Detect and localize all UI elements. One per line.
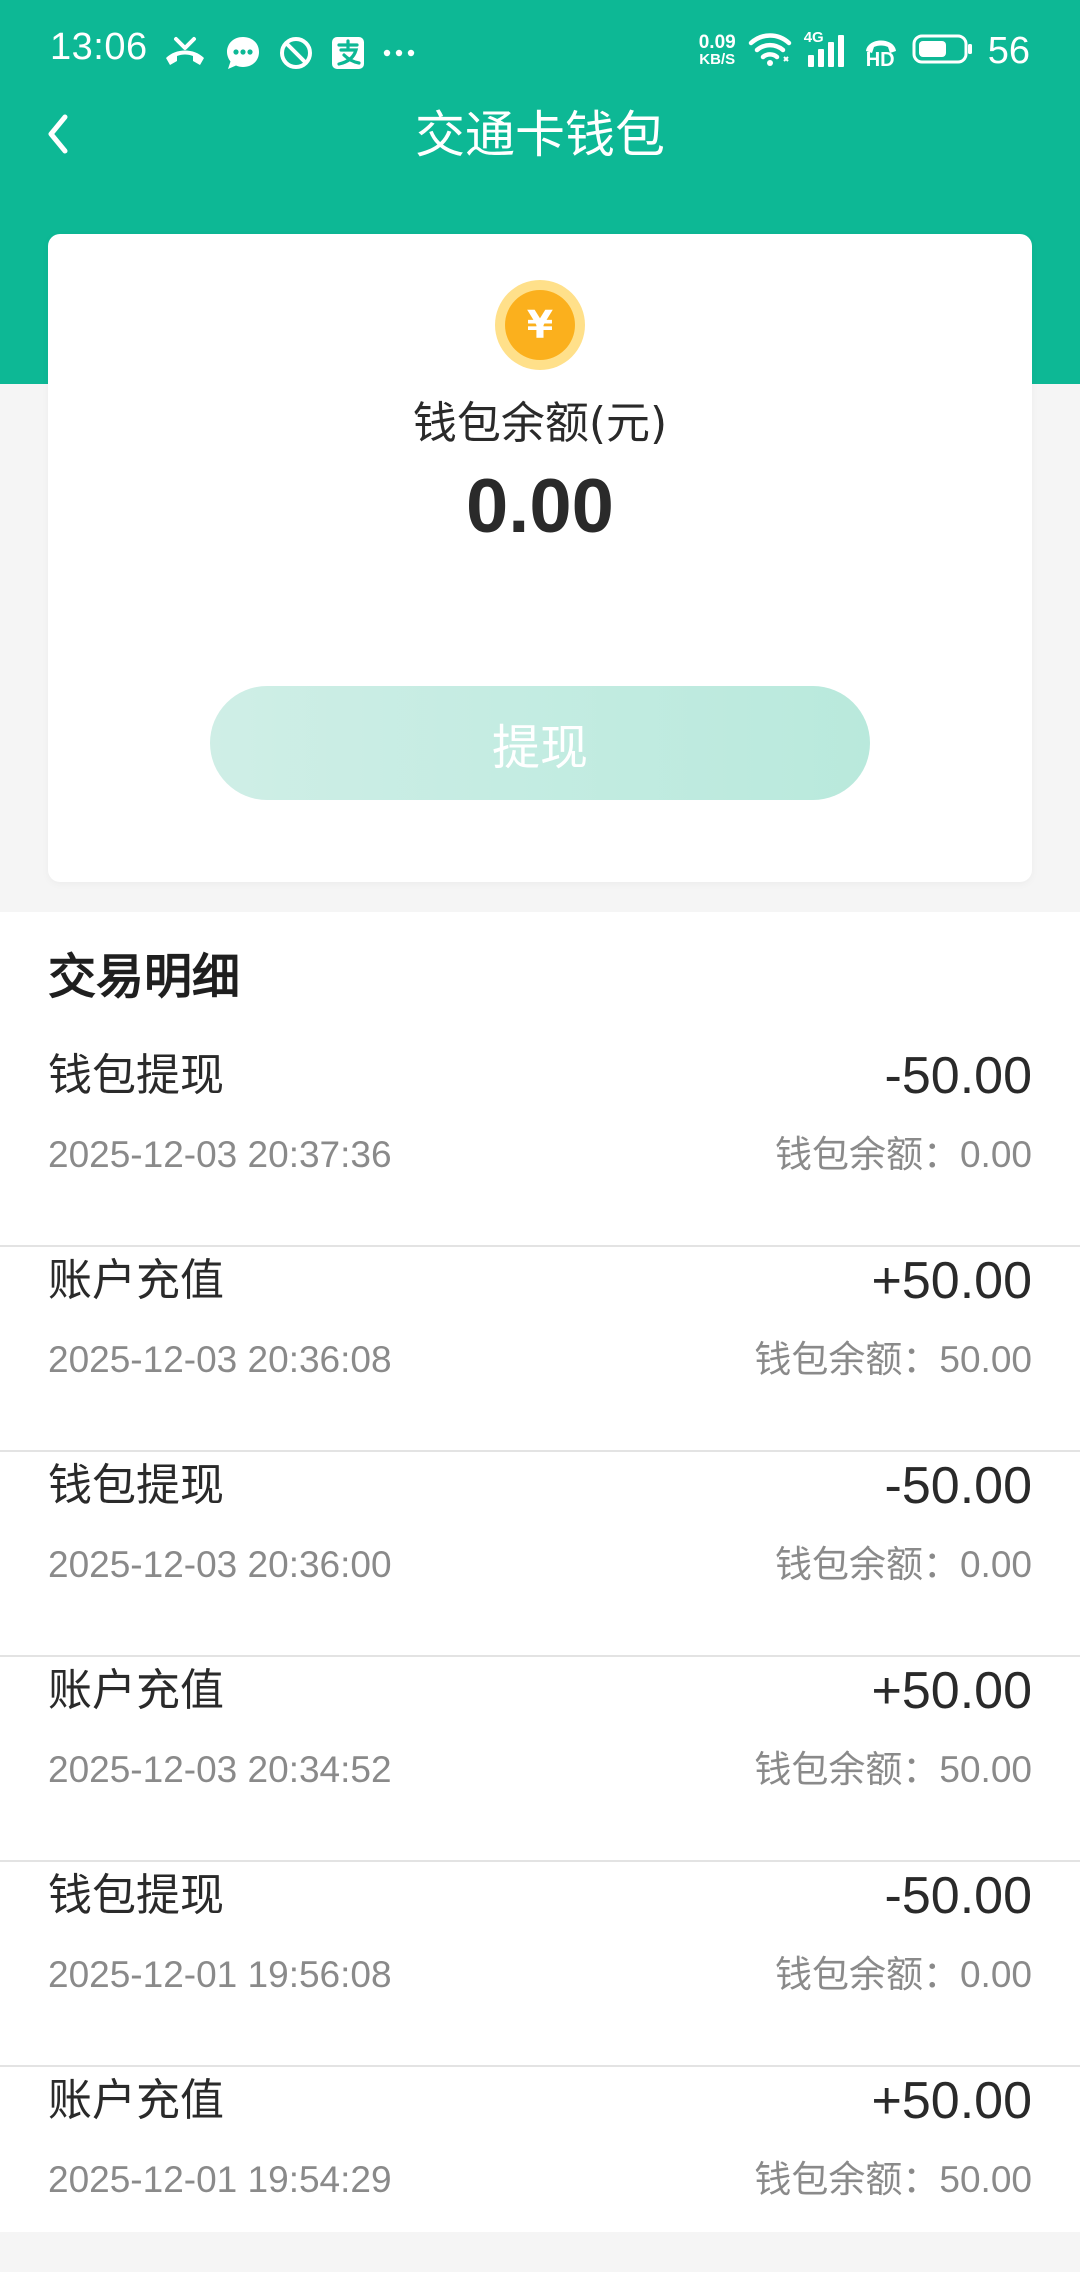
transaction-balance: 钱包余额：50.00: [754, 1335, 1032, 1385]
transaction-amount: -50.00: [884, 1047, 1032, 1105]
withdraw-button[interactable]: 提现: [210, 686, 870, 800]
balance-prefix: 钱包余额：: [774, 1133, 960, 1176]
transaction-title: 钱包提现: [48, 1870, 224, 1921]
transaction-row[interactable]: 钱包提现 2025-12-01 19:56:08 -50.00 钱包余额：0.0…: [0, 1862, 1080, 2067]
balance-prefix: 钱包余额：: [754, 2158, 940, 2201]
transaction-row[interactable]: 账户充值 2025-12-01 19:54:29 +50.00 钱包余额：50.…: [0, 2067, 1080, 2272]
more-dots-icon: [382, 35, 416, 71]
net-speed-value: 0.09: [698, 32, 736, 53]
do-not-disturb-icon: [278, 35, 314, 71]
balance-after: 0.00: [959, 1134, 1032, 1175]
hd-call-icon: HD: [862, 31, 900, 71]
status-time: 13:06: [50, 26, 148, 68]
balance-prefix: 钱包余额：: [774, 1543, 960, 1586]
coin-icon: ¥: [494, 279, 586, 371]
transaction-time: 2025-12-01 19:54:29: [48, 2159, 392, 2200]
net-speed: 0.09 KB/S: [698, 32, 736, 68]
status-bar: 13:06 0.09 KB/S 4G HD 56: [0, 0, 1080, 108]
page-title: 交通卡钱包: [415, 106, 665, 164]
status-right-icons: 0.09 KB/S 4G HD 56: [699, 26, 1030, 76]
balance-after: 50.00: [939, 1339, 1032, 1380]
message-bubble-icon: [224, 34, 262, 72]
transaction-amount: +50.00: [871, 2072, 1033, 2130]
hd-label: HD: [865, 49, 895, 71]
balance-after: 0.00: [959, 1544, 1032, 1585]
battery-icon: [912, 32, 974, 70]
transaction-row[interactable]: 钱包提现 2025-12-03 20:36:00 -50.00 钱包余额：0.0…: [0, 1452, 1080, 1657]
wifi-icon: [748, 31, 792, 71]
wallet-card: ¥ 钱包余额(元) 0.00 提现: [48, 234, 1032, 882]
transaction-title: 账户充值: [48, 1255, 224, 1306]
alipay-icon: [330, 35, 366, 71]
transaction-time: 2025-12-03 20:36:00: [48, 1544, 392, 1585]
transaction-amount: +50.00: [871, 1252, 1033, 1310]
battery-level: 56: [987, 29, 1030, 72]
balance-prefix: 钱包余额：: [774, 1953, 960, 1996]
balance-after: 0.00: [959, 1954, 1032, 1995]
transaction-row[interactable]: 账户充值 2025-12-03 20:34:52 +50.00 钱包余额：50.…: [0, 1657, 1080, 1862]
nav-bar: 交通卡钱包: [0, 100, 1080, 170]
transaction-amount: +50.00: [871, 1662, 1033, 1720]
signal-icon: 4G: [804, 29, 850, 69]
transaction-amount: -50.00: [884, 1867, 1032, 1925]
transaction-time: 2025-12-03 20:37:36: [48, 1134, 392, 1175]
transaction-balance: 钱包余额：50.00: [754, 1745, 1032, 1795]
transaction-row[interactable]: 钱包提现 2025-12-03 20:37:36 -50.00 钱包余额：0.0…: [0, 1042, 1080, 1247]
transaction-time: 2025-12-03 20:36:08: [48, 1339, 392, 1380]
transaction-title: 钱包提现: [48, 1050, 224, 1101]
transaction-amount: -50.00: [884, 1457, 1032, 1515]
transaction-title: 钱包提现: [48, 1460, 224, 1511]
status-left-icons: [162, 33, 416, 73]
balance-value: 0.00: [466, 464, 614, 549]
transaction-balance: 钱包余额：0.00: [775, 1540, 1032, 1590]
balance-prefix: 钱包余额：: [754, 1748, 940, 1791]
coin-symbol: ¥: [527, 303, 553, 347]
transaction-row[interactable]: 账户充值 2025-12-03 20:36:08 +50.00 钱包余额：50.…: [0, 1247, 1080, 1452]
balance-label: 钱包余额(元): [412, 398, 668, 449]
missed-call-icon: [162, 34, 208, 72]
transaction-section-title: 交易明细: [48, 949, 241, 1005]
transaction-title: 账户充值: [48, 2075, 224, 2126]
balance-after: 50.00: [939, 2159, 1032, 2200]
transaction-time: 2025-12-03 20:34:52: [48, 1749, 392, 1790]
transaction-balance: 钱包余额：50.00: [754, 2155, 1032, 2205]
transaction-time: 2025-12-01 19:56:08: [48, 1954, 392, 1995]
transaction-balance: 钱包余额：0.00: [775, 1950, 1032, 2000]
transaction-balance: 钱包余额：0.00: [775, 1130, 1032, 1180]
balance-prefix: 钱包余额：: [754, 1338, 940, 1381]
transaction-section: 交易明细 钱包提现 2025-12-03 20:37:36 -50.00 钱包余…: [0, 912, 1080, 2232]
transaction-list: 钱包提现 2025-12-03 20:37:36 -50.00 钱包余额：0.0…: [0, 1042, 1080, 2272]
network-type-label: 4G: [803, 29, 824, 46]
balance-after: 50.00: [939, 1749, 1032, 1790]
net-speed-unit: KB/S: [699, 51, 736, 68]
transaction-title: 账户充值: [48, 1665, 224, 1716]
